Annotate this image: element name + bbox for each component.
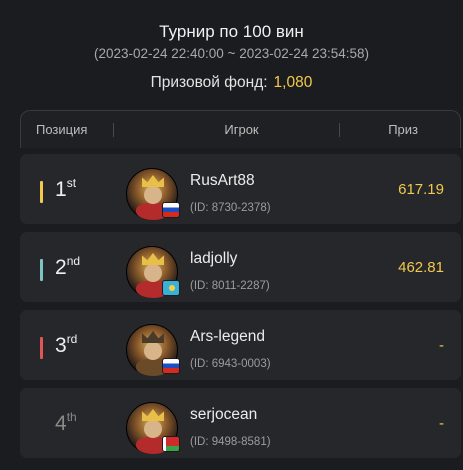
prize-amount: - — [439, 337, 444, 354]
place-number: 1 — [55, 178, 67, 201]
place-label: 3rd — [55, 332, 78, 358]
tournament-date-range: (2023-02-24 22:40:00 ~ 2023-02-24 23:54:… — [93, 46, 370, 61]
player-id: (ID: 8730-2378) — [190, 202, 271, 214]
place-marker — [40, 259, 43, 281]
player-name[interactable]: RusArt88 — [190, 172, 255, 190]
leaderboard-row[interactable]: 3rd Ars-legend (ID: 6943-0003) - — [20, 310, 461, 380]
column-header-prize: Приз — [388, 122, 418, 137]
player-name[interactable]: Ars-legend — [190, 328, 265, 346]
place-label: 4th — [55, 410, 77, 436]
kazakhstan-flag-icon — [162, 280, 180, 296]
leaderboard-row[interactable]: 4th serjocean (ID: 9498-8581) - — [20, 388, 461, 458]
prize-amount: - — [439, 415, 444, 432]
place-suffix: th — [66, 410, 77, 424]
russia-flag-icon — [162, 358, 180, 374]
place-label: 1st — [55, 176, 77, 202]
place-marker — [40, 337, 43, 359]
belarus-flag-icon — [162, 436, 180, 452]
player-id: (ID: 8011-2287) — [190, 280, 270, 292]
place-label: 2nd — [55, 254, 81, 280]
column-divider — [339, 123, 340, 137]
prize-amount: 462.81 — [398, 259, 444, 276]
prize-fund: Призовой фонд: 1,080 — [0, 74, 463, 92]
prize-fund-label: Призовой фонд: — [150, 74, 268, 91]
leaderboard-row[interactable]: 1st RusArt88 (ID: 8730-2378) 617.19 — [20, 154, 461, 224]
russia-flag-icon — [162, 202, 180, 218]
prize-fund-value: 1,080 — [273, 74, 313, 91]
place-number: 3 — [55, 334, 67, 357]
place-suffix: rd — [66, 332, 78, 346]
place-number: 4 — [55, 412, 67, 435]
prize-amount: 617.19 — [398, 181, 444, 198]
leaderboard-row[interactable]: 2nd ladjolly (ID: 8011-2287) 462.81 — [20, 232, 461, 302]
player-name[interactable]: ladjolly — [190, 250, 237, 268]
place-suffix: st — [66, 176, 77, 190]
place-marker — [40, 181, 43, 203]
player-name[interactable]: serjocean — [190, 406, 257, 424]
place-suffix: nd — [66, 254, 81, 268]
player-id: (ID: 9498-8581) — [190, 436, 271, 448]
player-id: (ID: 6943-0003) — [190, 358, 271, 370]
tournament-title: Турнир по 100 вин — [159, 22, 304, 41]
place-number: 2 — [55, 256, 67, 279]
table-header: Позиция Игрок Приз — [20, 110, 461, 148]
